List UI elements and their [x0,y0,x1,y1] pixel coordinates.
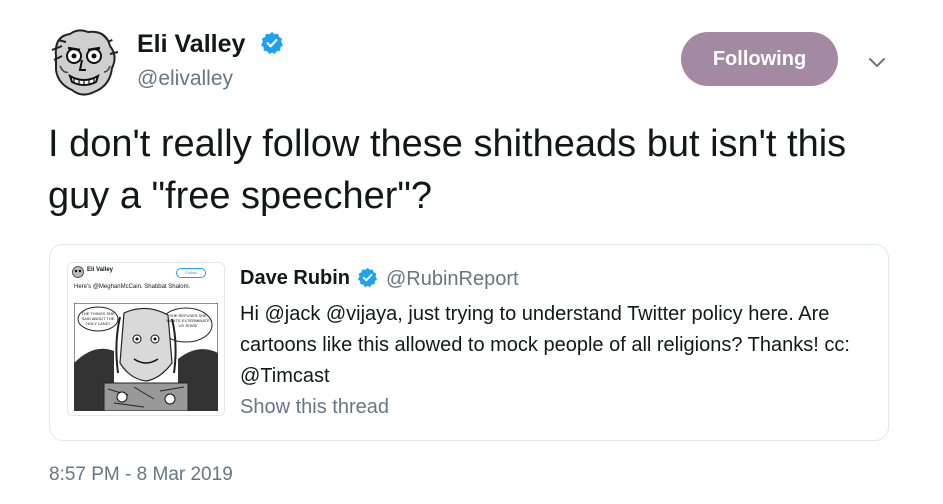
mini-bubble-right: SHE REFUSES SHE WANTS EXTERMINATE US JEW… [166,313,210,328]
mini-author-name: Eli Valley [87,267,114,273]
author-name[interactable]: Eli Valley [137,30,245,59]
mini-avatar [72,266,84,278]
mini-tweet-text: Here's @MeghanMcCain. Shabbat Shalom. [74,284,191,290]
author-avatar[interactable] [48,26,120,98]
following-button[interactable]: Following [681,32,838,86]
mini-bubble-left: THE THINGS SHE SAID ABOUT THE HOLY LAND! [81,311,115,326]
verified-badge-icon [357,267,378,288]
quoted-author-handle[interactable]: @RubinReport [386,268,519,291]
quoted-tweet-text: Hi @jack @vijaya, just trying to underst… [240,303,850,387]
mini-follow-button: Follow [176,268,206,278]
verified-badge-icon [261,32,283,54]
chevron-down-icon[interactable] [865,50,889,74]
quoted-tweet-card[interactable]: Eli Valley Follow Here's @MeghanMcCain. … [49,244,889,441]
tweet-text: I don't really follow these shitheads bu… [48,123,847,217]
tweet-timestamp[interactable]: 8:57 PM - 8 Mar 2019 [49,464,233,486]
show-thread-link[interactable]: Show this thread [240,396,389,419]
quoted-tweet-image[interactable]: Eli Valley Follow Here's @MeghanMcCain. … [67,262,225,416]
author-handle[interactable]: @elivalley [137,67,233,91]
quoted-author-name[interactable]: Dave Rubin [240,267,350,290]
